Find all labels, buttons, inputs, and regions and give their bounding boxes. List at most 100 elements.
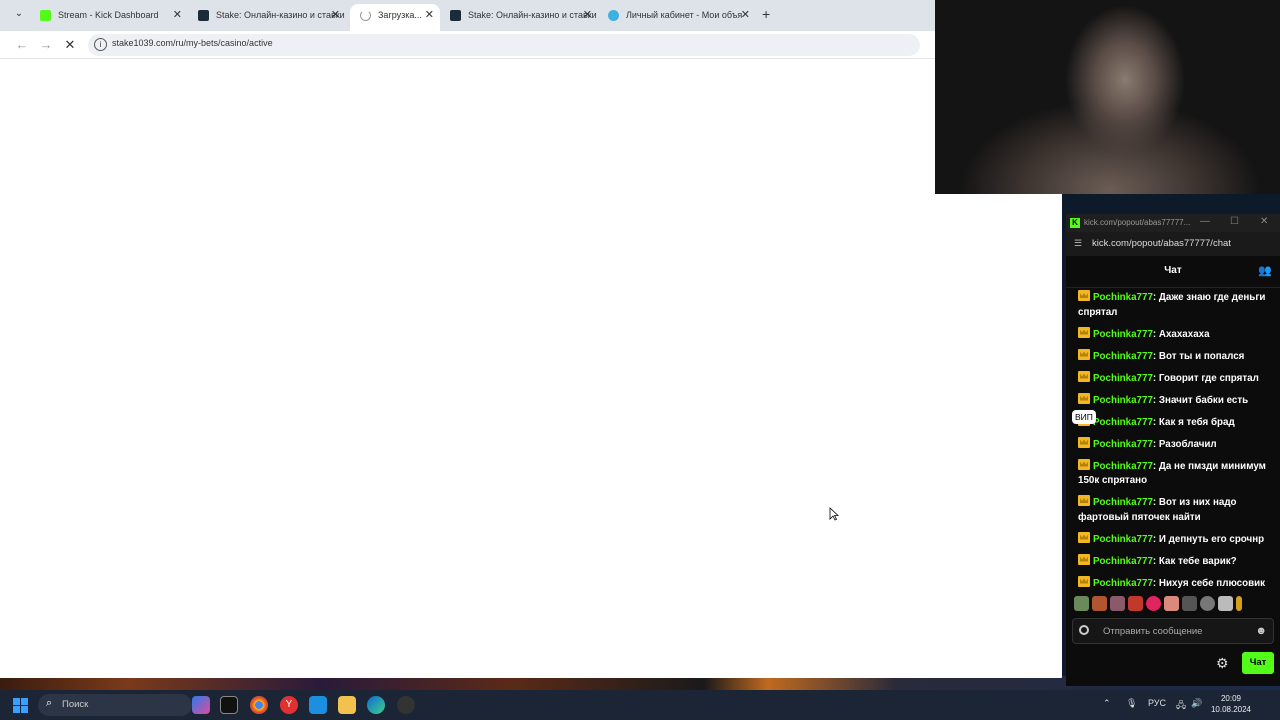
emoji-icon[interactable]: ☻ [1255,625,1267,637]
chat-username[interactable]: Pochinka777 [1093,292,1153,303]
edge-icon[interactable] [367,696,385,714]
chat-username[interactable]: Pochinka777 [1093,497,1153,508]
chat-username[interactable]: Pochinka777 [1093,351,1153,362]
maximize-icon[interactable]: ☐ [1230,216,1239,227]
stop-loading-icon[interactable]: ✕ [61,36,79,54]
chat-username[interactable]: Pochinka777 [1093,461,1153,472]
minimize-icon[interactable]: — [1200,216,1210,227]
chat-status-icon [1079,625,1089,635]
windows-taskbar: ⌕ Поиск Y ⌃ 🎙 РУС 🖧 🔊 20:09 10.08.2024 [0,690,1280,720]
language-indicator[interactable]: РУС [1148,698,1166,708]
tab-kick-dashboard[interactable]: Stream - Kick Dashboard ✕ [30,4,188,31]
task-view-icon[interactable] [220,696,238,714]
back-arrow-icon[interactable]: ← [13,36,31,54]
site-info-icon[interactable]: i [94,38,107,51]
close-tab-icon[interactable]: ✕ [173,4,182,27]
chat-username[interactable]: Pochinka777 [1093,417,1153,428]
system-clock[interactable]: 20:09 10.08.2024 [1208,693,1254,715]
tab-stake-1[interactable]: Stake: Онлайн-казино и ставки ✕ [188,4,346,31]
chat-settings-gear-icon[interactable]: ⚙ [1216,655,1229,672]
site-settings-icon[interactable]: ☰ [1074,238,1082,249]
close-tab-icon[interactable]: ✕ [331,4,340,27]
close-tab-icon[interactable]: ✕ [583,4,592,27]
chat-text: : Как тебе варик? [1152,555,1237,567]
chat-message: Pochinka777: Вот из них надо фартовый пя… [1078,495,1276,525]
new-tab-button[interactable]: + [762,6,770,22]
chat-text: : Разоблачил [1152,438,1217,450]
crown-badge-icon [1078,495,1090,506]
network-icon[interactable]: 🖧 [1176,698,1186,714]
tab-label: Stream - Kick Dashboard [58,10,159,20]
chat-window-title: kick.com/popout/abas77777... [1084,218,1191,227]
chat-username[interactable]: Pochinka777 [1093,373,1153,384]
close-tab-icon[interactable]: ✕ [425,4,434,27]
crown-badge-icon [1078,436,1090,448]
chat-message: Pochinka777: Да не пмзди минимум 150к сп… [1078,458,1276,489]
chat-text: : И депнуть его срочнр [1152,533,1265,545]
chat-message: Pochinka777: Говорит где спрятал [1078,370,1276,387]
chat-text: : Ахахахаха [1152,328,1210,340]
tab-label: Stake: Онлайн-казино и ставки [216,10,345,20]
chat-titlebar: K kick.com/popout/abas77777... — ☐ ✕ [1066,214,1280,232]
chat-message-input[interactable]: Отправить сообщение ☻ [1072,618,1274,644]
emote-bar [1074,596,1245,612]
chat-header: Чат 👥 [1066,256,1280,288]
forward-arrow-icon[interactable]: → [37,36,55,54]
crown-badge-icon [1078,575,1090,587]
emote-icon[interactable] [1074,596,1089,611]
chat-username[interactable]: Pochinka777 [1093,439,1153,450]
tab-search-dropdown-icon[interactable]: ⌄ [10,8,28,24]
emote-icon[interactable] [1200,596,1215,611]
chat-username[interactable]: Pochinka777 [1093,578,1153,589]
avito-favicon-icon [608,10,619,21]
crown-badge-icon [1078,370,1090,382]
emote-icon[interactable] [1092,596,1107,611]
kick-logo-icon: K [1070,218,1080,228]
stake-favicon-icon [198,10,209,21]
emote-icon[interactable] [1218,596,1233,611]
send-chat-button[interactable]: Чат [1242,652,1274,674]
user-list-icon[interactable]: 👥 [1258,264,1272,277]
close-icon[interactable]: ✕ [1260,216,1268,227]
browser-window: ⌄ Stream - Kick Dashboard ✕ Stake: Онлай… [0,0,1062,678]
emote-icon[interactable] [1146,596,1161,611]
tab-label: Загрузка... [378,10,422,20]
chrome-icon[interactable] [250,696,268,714]
tab-personal-cabinet[interactable]: Личный кабинет - Мои объя ✕ [598,4,756,31]
chat-url-bar: ☰ kick.com/popout/abas77777/chat [1066,232,1280,256]
tab-bar: ⌄ Stream - Kick Dashboard ✕ Stake: Онлай… [0,0,935,31]
close-tab-icon[interactable]: ✕ [741,4,750,27]
copilot-icon[interactable] [192,696,210,714]
emote-icon[interactable] [1128,596,1143,611]
chat-text: : Говорит где спрятал [1152,372,1259,384]
chat-username[interactable]: Pochinka777 [1093,395,1153,406]
app-icon[interactable] [309,696,327,714]
chat-username[interactable]: Pochinka777 [1093,329,1153,340]
microphone-icon[interactable]: 🎙 [1126,698,1137,709]
chat-message-list[interactable]: Pochinka777: Даже знаю где деньги спрята… [1078,290,1276,598]
emote-icon[interactable] [1182,596,1197,611]
taskbar-search[interactable]: ⌕ Поиск [38,694,192,716]
address-url: stake1039.com/ru/my-bets/casino/active [112,38,273,48]
obs-icon[interactable] [397,696,415,714]
chat-message: Pochinka777: Значит бабки есть [1078,392,1276,409]
tab-loading[interactable]: Загрузка... ✕ [350,4,440,31]
windows-start-icon[interactable] [13,698,28,713]
chat-username[interactable]: Pochinka777 [1093,534,1153,545]
emote-icon[interactable] [1164,596,1179,611]
emote-icon[interactable] [1236,596,1242,611]
stake-favicon-icon [450,10,461,21]
chat-username[interactable]: Pochinka777 [1093,556,1153,567]
address-bar[interactable]: i stake1039.com/ru/my-bets/casino/active [88,34,920,56]
file-explorer-icon[interactable] [338,696,356,714]
chat-message: Pochinka777: Даже знаю где деньги спрята… [1078,290,1276,320]
browser-toolbar: ← → ✕ i stake1039.com/ru/my-bets/casino/… [0,31,935,59]
chat-message: Pochinka777: Разоблачил [1078,436,1276,453]
crown-badge-icon [1078,392,1090,404]
chat-message: Pochinka777: Вот ты и попался [1078,348,1276,365]
tray-overflow-icon[interactable]: ⌃ [1103,698,1111,709]
volume-icon[interactable]: 🔊 [1191,698,1202,709]
emote-icon[interactable] [1110,596,1125,611]
yandex-browser-icon[interactable]: Y [280,696,298,714]
tab-stake-2[interactable]: Stake: Онлайн-казино и ставки ✕ [440,4,598,31]
